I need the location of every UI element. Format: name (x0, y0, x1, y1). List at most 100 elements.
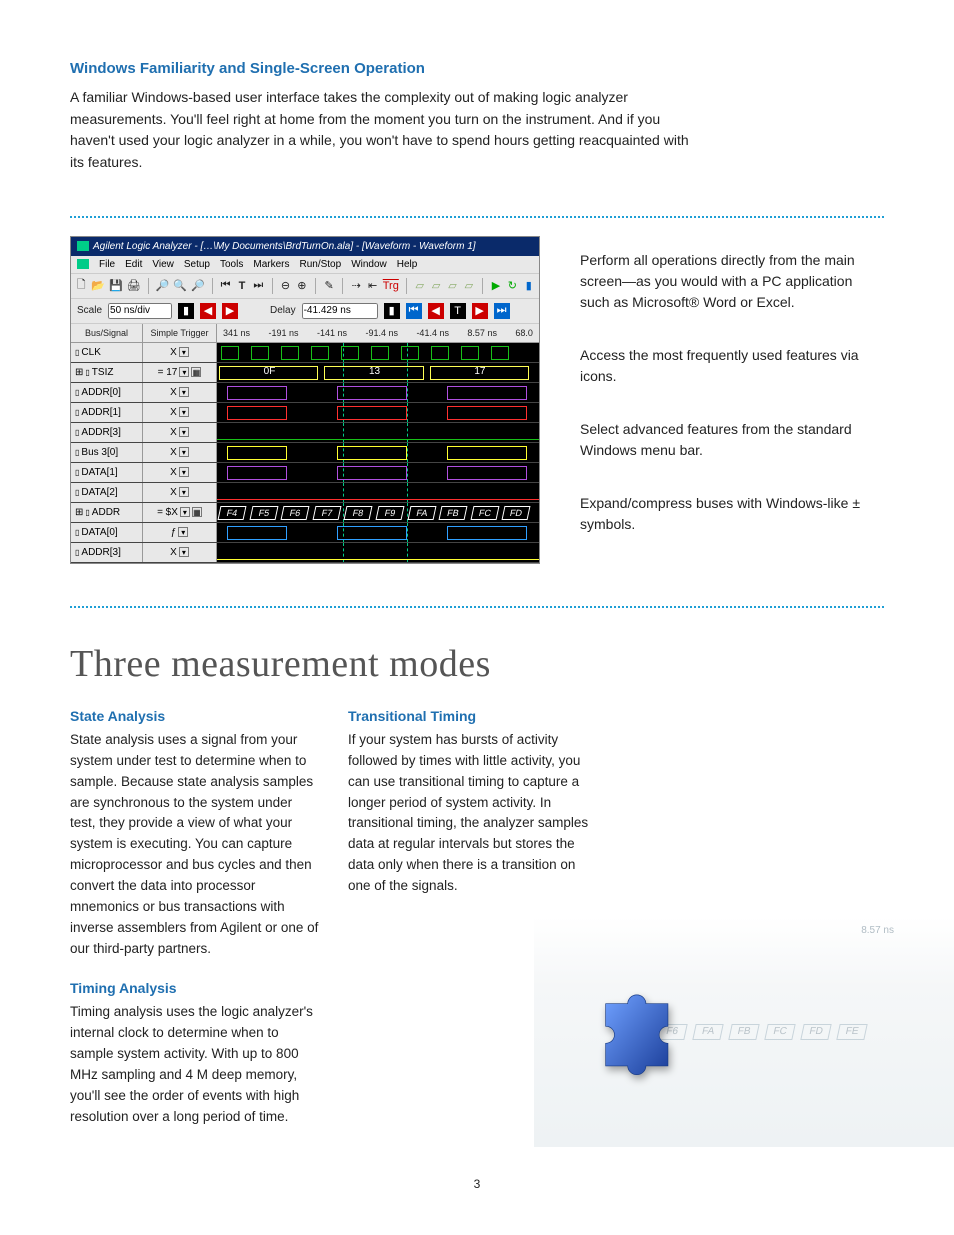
scale-input[interactable] (108, 303, 172, 319)
flag4-icon[interactable]: ▱ (463, 278, 475, 294)
run-rep-icon[interactable]: ↻ (506, 278, 518, 294)
scale-coarse-dec-icon[interactable]: ◀ (200, 303, 216, 319)
signal-name[interactable]: ▯ADDR[3] (71, 543, 143, 562)
state-subheading: State Analysis (70, 708, 320, 724)
app-icon (77, 241, 89, 251)
delay-trig-icon[interactable]: T (450, 303, 466, 319)
signal-name[interactable]: ▯DATA[0] (71, 523, 143, 542)
hex-value: FC (470, 506, 499, 520)
marker-a-icon[interactable]: ⇢ (350, 278, 362, 294)
delay-skip-end-icon[interactable]: ⏭ (494, 303, 510, 319)
menu-tools[interactable]: Tools (220, 259, 243, 270)
signal-row: ▯DATA[1]X▾ (71, 463, 539, 483)
stop-icon[interactable]: ▮ (523, 278, 535, 294)
trigger-dropdown-icon[interactable]: ▾ (179, 427, 189, 437)
trigger-cell[interactable]: X▾ (143, 343, 217, 362)
delay-skip-start-icon[interactable]: ⏮ (406, 303, 422, 319)
trigger-cell[interactable]: X▾ (143, 443, 217, 462)
trg-icon[interactable]: Trg (383, 278, 399, 294)
trigger-dropdown-icon[interactable]: ▾ (179, 467, 189, 477)
trigger-dropdown-icon[interactable]: ▾ (179, 487, 189, 497)
signal-name[interactable]: ▯ADDR[3] (71, 423, 143, 442)
menu-setup[interactable]: Setup (184, 259, 210, 270)
trigger-cell[interactable]: X▾ (143, 543, 217, 562)
bus-value: 0F (264, 366, 276, 377)
menu-window[interactable]: Window (351, 259, 387, 270)
page-number: 3 (70, 1177, 884, 1191)
menu-help[interactable]: Help (397, 259, 418, 270)
find-icon[interactable]: 🔎 (156, 278, 170, 294)
delay-prev-icon[interactable]: ◀ (428, 303, 444, 319)
trigger-dropdown-icon[interactable]: ▾ (179, 407, 189, 417)
hex-value: FD (502, 506, 531, 520)
delay-home-icon[interactable]: ▮ (384, 303, 400, 319)
signal-name[interactable]: ⊞▯ADDR (71, 503, 143, 522)
marker-b-icon[interactable]: ⇤ (366, 278, 378, 294)
flag3-icon[interactable]: ▱ (446, 278, 458, 294)
expand-icon[interactable]: ⊞ (75, 367, 83, 378)
waveform-area: ▯CLKX▾⊞▯TSIZ= 17▾▦0F1317▯ADDR[0]X▾▯ADDR[… (71, 343, 539, 563)
waveform-lane (217, 343, 539, 362)
section-paragraph: A familiar Windows-based user interface … (70, 87, 690, 174)
trigger-cell[interactable]: = $X▾▦ (143, 503, 217, 522)
fade-time-label: 8.57 ns (861, 925, 894, 936)
new-icon[interactable]: 🗋 (75, 278, 87, 294)
trigger-dropdown-icon[interactable]: ▾ (179, 347, 189, 357)
trigger-edit-icon[interactable]: ▦ (191, 367, 201, 377)
scale-coarse-inc-icon[interactable]: ▶ (222, 303, 238, 319)
bullet-2: Access the most frequently used features… (580, 345, 884, 387)
decorative-puzzle: 8.57 nsF5F6FAFBFCFDFE (626, 708, 884, 1148)
trans-subheading: Transitional Timing (348, 708, 598, 724)
zoom-in-icon[interactable]: ⊕ (296, 278, 308, 294)
signal-name[interactable]: ▯ADDR[1] (71, 403, 143, 422)
app-toolbar: 🗋 📂 💾 🖨 🔎 🔍 🔎 ⏮ T ⏭ ⊖ ⊕ ✎ (71, 273, 539, 298)
expand-icon[interactable]: ⊞ (75, 507, 83, 518)
find-next-icon[interactable]: 🔎 (191, 278, 205, 294)
save-icon[interactable]: 💾 (109, 278, 123, 294)
delay-next-icon[interactable]: ▶ (472, 303, 488, 319)
signal-name[interactable]: ▯DATA[2] (71, 483, 143, 502)
menu-view[interactable]: View (152, 259, 174, 270)
trigger-header: Simple Trigger (143, 324, 217, 342)
delay-input[interactable] (302, 303, 378, 319)
tool-icon[interactable]: ✎ (323, 278, 335, 294)
flag2-icon[interactable]: ▱ (430, 278, 442, 294)
skip-start-icon[interactable]: ⏮ (219, 278, 231, 294)
signal-name[interactable]: ▯DATA[1] (71, 463, 143, 482)
signal-name[interactable]: ▯CLK (71, 343, 143, 362)
menu-file[interactable]: File (99, 259, 115, 270)
menu-runstop[interactable]: Run/Stop (299, 259, 341, 270)
zoom-out-icon[interactable]: ⊖ (279, 278, 291, 294)
trigger-cell[interactable]: X▾ (143, 463, 217, 482)
trigger-dropdown-icon[interactable]: ▾ (179, 367, 189, 377)
trigger-dropdown-icon[interactable]: ▾ (179, 547, 189, 557)
trigger-icon[interactable]: T (236, 278, 248, 294)
trigger-cell[interactable]: X▾ (143, 383, 217, 402)
trigger-cell[interactable]: X▾ (143, 483, 217, 502)
signal-name[interactable]: ▯Bus 3[0] (71, 443, 143, 462)
modes-heading: Three measurement modes (70, 642, 884, 686)
skip-end-icon[interactable]: ⏭ (252, 278, 264, 294)
trigger-cell[interactable]: ƒ▾ (143, 523, 217, 542)
trigger-dropdown-icon[interactable]: ▾ (179, 447, 189, 457)
signal-name[interactable]: ⊞▯TSIZ (71, 363, 143, 382)
trigger-edit-icon[interactable]: ▦ (192, 507, 202, 517)
open-icon[interactable]: 📂 (91, 278, 105, 294)
scale-dec-icon[interactable]: ▮ (178, 303, 194, 319)
run-icon[interactable]: ▶ (490, 278, 502, 294)
flag1-icon[interactable]: ▱ (414, 278, 426, 294)
signal-row: ▯ADDR[1]X▾ (71, 403, 539, 423)
trigger-cell[interactable]: X▾ (143, 403, 217, 422)
trigger-dropdown-icon[interactable]: ▾ (180, 507, 190, 517)
signal-name[interactable]: ▯ADDR[0] (71, 383, 143, 402)
bullet-3: Select advanced features from the standa… (580, 419, 884, 461)
trigger-cell[interactable]: = 17▾▦ (143, 363, 217, 382)
trigger-dropdown-icon[interactable]: ▾ (178, 527, 188, 537)
hex-value: F9 (376, 506, 405, 520)
print-icon[interactable]: 🖨 (127, 278, 141, 294)
trigger-dropdown-icon[interactable]: ▾ (179, 387, 189, 397)
menu-edit[interactable]: Edit (125, 259, 142, 270)
menu-markers[interactable]: Markers (253, 259, 289, 270)
find-prev-icon[interactable]: 🔍 (173, 278, 187, 294)
trigger-cell[interactable]: X▾ (143, 423, 217, 442)
